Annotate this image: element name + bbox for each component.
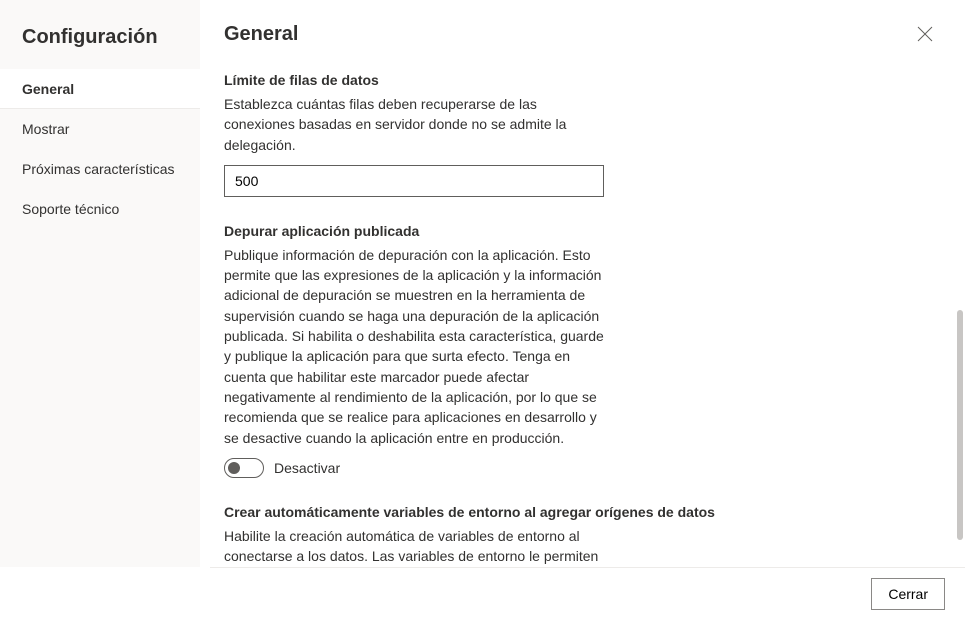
dialog-footer: Cerrar bbox=[210, 567, 965, 620]
section-desc-debug-published: Publique información de depuración con l… bbox=[224, 245, 604, 448]
settings-sidebar: Configuración General Mostrar Próximas c… bbox=[0, 0, 200, 567]
page-title: General bbox=[224, 23, 298, 46]
section-title-auto-env-vars: Crear automáticamente variables de entor… bbox=[224, 504, 816, 520]
sidebar-item-proximas-caracteristicas[interactable]: Próximas características bbox=[0, 149, 200, 189]
data-row-limit-input[interactable] bbox=[224, 165, 604, 197]
section-title-data-row-limit: Límite de filas de datos bbox=[224, 72, 816, 88]
section-desc-data-row-limit: Establezca cuántas filas deben recuperar… bbox=[224, 94, 604, 155]
sidebar-title: Configuración bbox=[0, 26, 200, 69]
scrollbar-thumb[interactable] bbox=[957, 310, 963, 540]
section-data-row-limit: Límite de filas de datos Establezca cuán… bbox=[224, 72, 816, 197]
settings-scroll-area[interactable]: Límite de filas de datos Establezca cuán… bbox=[200, 48, 840, 567]
section-auto-env-vars: Crear automáticamente variables de entor… bbox=[224, 504, 816, 567]
debug-published-toggle-label: Desactivar bbox=[274, 460, 340, 476]
section-debug-published: Depurar aplicación publicada Publique in… bbox=[224, 223, 816, 478]
close-button[interactable] bbox=[909, 18, 941, 50]
content-pane: General Límite de filas de datos Estable… bbox=[200, 0, 965, 567]
close-icon bbox=[917, 26, 933, 42]
section-title-debug-published: Depurar aplicación publicada bbox=[224, 223, 816, 239]
close-dialog-button[interactable]: Cerrar bbox=[871, 578, 945, 610]
sidebar-item-mostrar[interactable]: Mostrar bbox=[0, 109, 200, 149]
sidebar-item-soporte-tecnico[interactable]: Soporte técnico bbox=[0, 189, 200, 229]
sidebar-item-general[interactable]: General bbox=[0, 69, 200, 109]
debug-published-toggle[interactable] bbox=[224, 458, 264, 478]
section-desc-auto-env-vars: Habilite la creación automática de varia… bbox=[224, 526, 604, 567]
